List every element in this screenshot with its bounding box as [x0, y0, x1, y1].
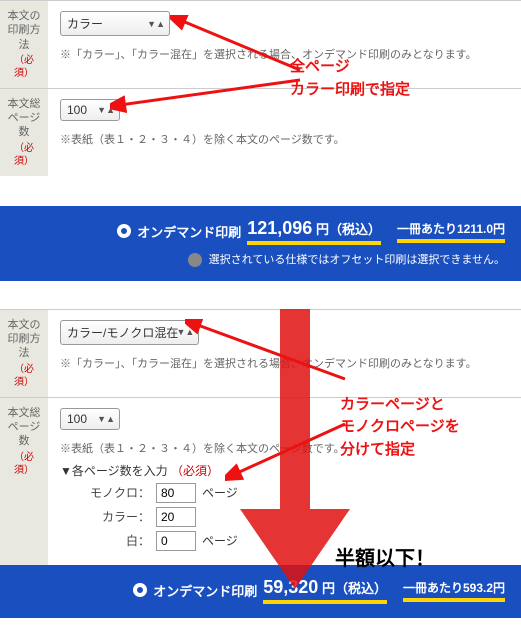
- price-value: 59,320: [263, 577, 318, 597]
- price-bar-2: オンデマンド印刷 59,320 円（税込） 一冊あたり593.2円: [0, 565, 521, 618]
- chevron-down-icon: ▼▲: [97, 105, 115, 115]
- per-book-price: 一冊あたり1211.0円: [397, 220, 505, 243]
- chevron-down-icon: ▼▲: [177, 327, 195, 337]
- sub-head-text: ▼各ページ数を入力: [60, 464, 168, 478]
- select-page-count[interactable]: 100 ▼▲: [60, 408, 120, 430]
- radio-ondemand[interactable]: [133, 583, 147, 597]
- label-text: 本文の 印刷方 法: [8, 319, 41, 360]
- label-required: （必 須）: [2, 142, 46, 168]
- color-label: カラー：: [60, 508, 150, 525]
- label-page-count: 本文総 ページ 数 （必 須）: [0, 398, 48, 565]
- label-text: 本文総 ページ 数: [8, 407, 41, 448]
- row-print-method: 本文の 印刷方 法 （必 須） カラー ▼▲ ※「カラー」、「カラー混在」を選択…: [0, 0, 521, 88]
- chevron-down-icon: ▼▲: [147, 19, 165, 29]
- select-value: カラー: [67, 17, 103, 31]
- per-book-price: 一冊あたり593.2円: [403, 579, 505, 602]
- content-print-method: カラー ▼▲ ※「カラー」、「カラー混在」を選択される場合、オンデマンド印刷のみ…: [48, 1, 521, 88]
- price-unit: 円（税込）: [322, 581, 387, 596]
- color-input[interactable]: [156, 507, 196, 527]
- note-color: ※「カラー」、「カラー混在」を選択される場合、オンデマンド印刷のみとなります。: [60, 355, 509, 371]
- content-page-count: 100 ▼▲ ※表紙（表１・２・３・４）を除く本文のページ数です。: [48, 89, 521, 176]
- label-required: （必 須）: [2, 363, 46, 389]
- label-text: 本文総 ページ 数: [8, 98, 41, 139]
- price-unit: 円（税込）: [316, 222, 381, 237]
- label-required: （必 須）: [2, 54, 46, 80]
- page-suffix: ページ: [202, 532, 238, 549]
- row-color: カラー：: [60, 507, 509, 527]
- price-value: 121,096: [247, 218, 312, 238]
- mono-label: モノクロ：: [60, 484, 150, 501]
- row-page-count: 本文総 ページ 数 （必 須） 100 ▼▲ ※表紙（表１・２・３・４）を除く本…: [0, 397, 521, 565]
- price-label: オンデマンド印刷: [137, 222, 241, 241]
- label-required: （必 須）: [2, 451, 46, 477]
- page-suffix: ページ: [202, 484, 238, 501]
- radio-ondemand[interactable]: [117, 224, 131, 238]
- select-value: 100: [67, 412, 87, 426]
- price-row-offset-disabled: 選択されている仕様ではオフセット印刷は選択できません。: [16, 251, 505, 267]
- label-page-count: 本文総 ページ 数 （必 須）: [0, 89, 48, 176]
- disabled-msg: 選択されている仕様ではオフセット印刷は選択できません。: [209, 254, 505, 266]
- row-page-count: 本文総 ページ 数 （必 須） 100 ▼▲ ※表紙（表１・２・３・４）を除く本…: [0, 88, 521, 176]
- white-input[interactable]: [156, 531, 196, 551]
- sub-form-pages: ▼各ページ数を入力 （必須） モノクロ： ページ カラー： 白： ページ: [60, 462, 509, 551]
- row-mono: モノクロ： ページ: [60, 483, 509, 503]
- price-row-ondemand: オンデマンド印刷 121,096 円（税込） 一冊あたり1211.0円: [16, 218, 505, 245]
- row-white: 白： ページ: [60, 531, 509, 551]
- content-page-count: 100 ▼▲ ※表紙（表１・２・３・４）を除く本文のページ数です。 ▼各ページ数…: [48, 398, 521, 565]
- select-page-count[interactable]: 100 ▼▲: [60, 99, 120, 121]
- select-value: 100: [67, 103, 87, 117]
- label-print-method: 本文の 印刷方 法 （必 須）: [0, 1, 48, 88]
- sub-head: ▼各ページ数を入力 （必須）: [60, 462, 509, 479]
- select-print-method[interactable]: カラー ▼▲: [60, 11, 170, 36]
- mono-input[interactable]: [156, 483, 196, 503]
- block-color-all: 本文の 印刷方 法 （必 須） カラー ▼▲ ※「カラー」、「カラー混在」を選択…: [0, 0, 521, 281]
- note-pages: ※表紙（表１・２・３・４）を除く本文のページ数です。: [60, 440, 509, 456]
- note-pages: ※表紙（表１・２・３・４）を除く本文のページ数です。: [60, 131, 509, 147]
- price-label: オンデマンド印刷: [153, 581, 257, 600]
- radio-offset-disabled: [188, 253, 202, 267]
- chevron-down-icon: ▼▲: [97, 414, 115, 424]
- price-bar-1: オンデマンド印刷 121,096 円（税込） 一冊あたり1211.0円 選択され…: [0, 206, 521, 281]
- label-print-method: 本文の 印刷方 法 （必 須）: [0, 310, 48, 397]
- select-print-method[interactable]: カラー/モノクロ混在 ▼▲: [60, 320, 199, 345]
- label-text: 本文の 印刷方 法: [8, 10, 41, 51]
- note-color: ※「カラー」、「カラー混在」を選択される場合、オンデマンド印刷のみとなります。: [60, 46, 509, 62]
- block-color-mixed: 本文の 印刷方 法 （必 須） カラー/モノクロ混在 ▼▲ ※「カラー」、「カラ…: [0, 309, 521, 618]
- price-underline: 121,096 円（税込）: [247, 218, 381, 245]
- white-label: 白：: [60, 532, 150, 549]
- content-print-method: カラー/モノクロ混在 ▼▲ ※「カラー」、「カラー混在」を選択される場合、オンデ…: [48, 310, 521, 397]
- sub-required: （必須）: [171, 464, 219, 478]
- row-print-method: 本文の 印刷方 法 （必 須） カラー/モノクロ混在 ▼▲ ※「カラー」、「カラ…: [0, 309, 521, 397]
- select-value: カラー/モノクロ混在: [67, 326, 178, 340]
